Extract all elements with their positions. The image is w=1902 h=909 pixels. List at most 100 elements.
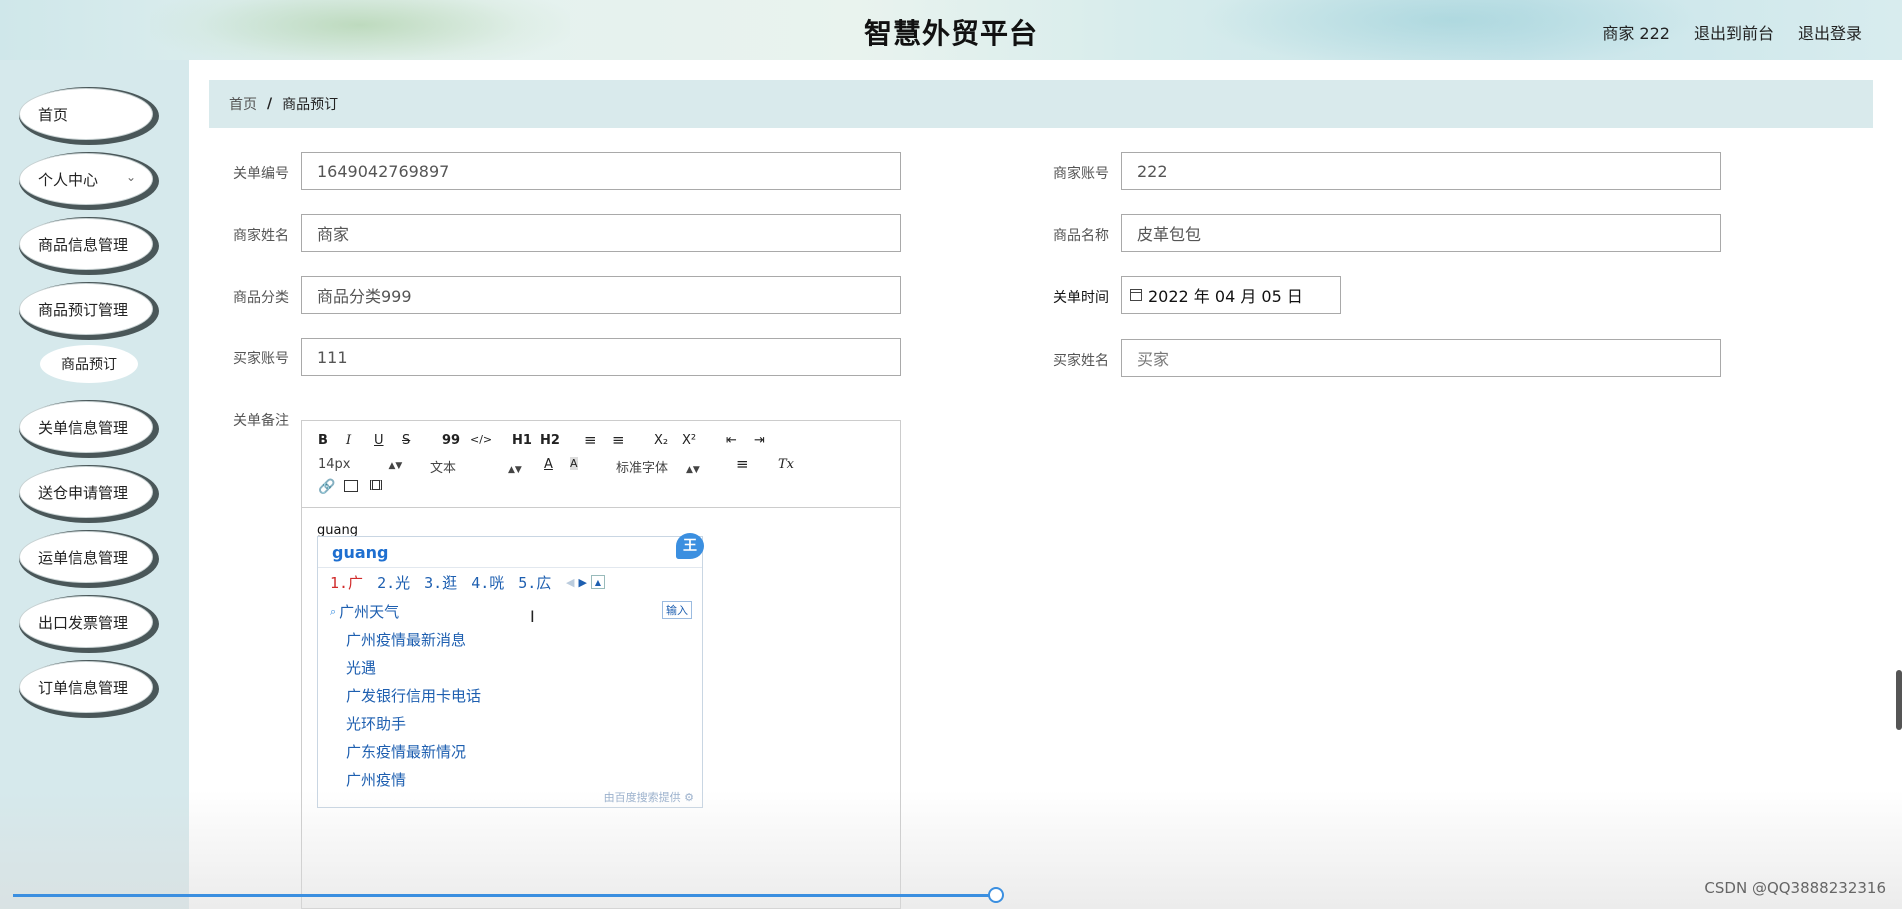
video-progress-bar[interactable] xyxy=(13,894,996,897)
select-arrow-icon: ▲▼ xyxy=(388,461,403,471)
sidebar-item-label: 送仓申请管理 xyxy=(38,483,129,502)
sidebar-item-label: 订单信息管理 xyxy=(38,678,129,697)
select-arrow-icon: ▲▼ xyxy=(508,465,522,475)
sidebar-subitem-booking[interactable]: 商品预订 xyxy=(40,345,138,383)
sidebar-item-personal-center[interactable]: 个人中心 ⌄ xyxy=(19,153,153,205)
ime-candidate[interactable]: 5.広 xyxy=(518,572,551,593)
ime-candidate[interactable]: 4.咣 xyxy=(471,572,504,593)
category-label: 商品分类 xyxy=(233,290,289,306)
order-time-value: 2022 年 04 月 05 日 xyxy=(1148,287,1303,306)
scrollbar[interactable] xyxy=(1896,670,1902,730)
ime-next-icon[interactable]: ▶ xyxy=(578,576,586,589)
order-no-label: 关单编号 xyxy=(233,166,289,182)
ime-candidate[interactable]: 3.逛 xyxy=(424,572,457,593)
ime-divider xyxy=(318,567,702,568)
underline-button[interactable]: U xyxy=(374,433,384,448)
ime-suggestion[interactable]: 广东疫情最新情况 xyxy=(346,741,466,762)
ime-suggestion[interactable]: 光遇 xyxy=(346,657,376,678)
buyer-name-label: 买家姓名 xyxy=(1053,353,1109,369)
ime-enter-button[interactable]: 输入 xyxy=(662,601,692,619)
breadcrumb-current: 商品预订 xyxy=(282,97,339,113)
block-type-value: 文本 xyxy=(430,461,457,476)
block-type-select[interactable]: 文本 ▲▼ xyxy=(430,457,522,476)
user-label: 商家 222 xyxy=(1602,24,1670,43)
ime-candidate-list: 1.广 2.光 3.逛 4.咣 5.広 xyxy=(330,572,551,593)
sidebar-item-orders[interactable]: 订单信息管理 xyxy=(19,661,153,713)
superscript-button[interactable]: X² xyxy=(682,433,696,448)
background-color-button[interactable]: A xyxy=(570,457,578,470)
ime-suggestion[interactable]: 广州疫情 xyxy=(346,769,406,790)
sidebar-item-label: 首页 xyxy=(38,105,69,124)
image-icon[interactable] xyxy=(344,480,358,492)
outdent-button[interactable]: ⇤ xyxy=(726,433,737,448)
sidebar-item-invoice[interactable]: 出口发票管理 xyxy=(19,596,153,648)
quote-button[interactable]: 99 xyxy=(442,433,460,448)
logout-link[interactable]: 退出登录 xyxy=(1798,20,1862,44)
merchant-name-input[interactable]: 商家 xyxy=(301,214,901,252)
ime-logo-icon: 王 xyxy=(676,533,704,559)
ime-expand-icon[interactable]: ▲ xyxy=(590,575,605,589)
merchant-account-input[interactable]: 222 xyxy=(1121,152,1721,190)
back-to-front-link[interactable]: 退出到前台 xyxy=(1694,20,1774,44)
sidebar: 首页 个人中心 ⌄ 商品信息管理 商品预订管理 商品预订 关单信息管理 送仓申请管… xyxy=(0,60,189,909)
product-name-input[interactable]: 皮革包包 xyxy=(1121,214,1721,252)
search-icon: ⌕ xyxy=(330,604,337,618)
gear-icon[interactable]: ⚙ xyxy=(684,791,694,804)
category-input[interactable]: 商品分类999 xyxy=(301,276,901,314)
clear-format-button[interactable]: Tx xyxy=(778,457,794,472)
ime-prev-icon[interactable]: ◀ xyxy=(566,576,574,589)
h1-button[interactable]: H1 xyxy=(512,433,532,448)
sidebar-item-customs[interactable]: 关单信息管理 xyxy=(19,401,153,453)
sidebar-item-product-info[interactable]: 商品信息管理 xyxy=(19,218,153,270)
ime-suggestion[interactable]: 广州疫情最新消息 xyxy=(346,629,466,650)
order-time-label: 关单时间 xyxy=(1053,290,1109,306)
ordered-list-button[interactable]: ≡ xyxy=(584,431,597,449)
indent-button[interactable]: ⇥ xyxy=(754,433,765,448)
sidebar-item-label: 商品信息管理 xyxy=(38,235,129,254)
font-size-select[interactable]: 14px ▲▼ xyxy=(318,457,402,472)
sidebar-item-label: 出口发票管理 xyxy=(38,613,129,632)
remark-label: 关单备注 xyxy=(233,413,289,429)
watermark: CSDN @QQ3888232316 xyxy=(1704,879,1886,897)
ime-suggestion[interactable]: 光环助手 xyxy=(346,713,406,734)
breadcrumb: 首页 / 商品预订 xyxy=(209,80,1873,128)
video-progress-knob[interactable] xyxy=(988,887,1004,903)
font-family-select[interactable]: 标准字体 ▲▼ xyxy=(616,457,700,476)
sidebar-item-home[interactable]: 首页 xyxy=(19,88,153,140)
calendar-icon xyxy=(1130,289,1142,301)
order-time-input[interactable]: 2022 年 04 月 05 日 xyxy=(1121,276,1341,314)
font-family-value: 标准字体 xyxy=(616,461,669,476)
ime-footer-text: 由百度搜索提供 xyxy=(603,791,681,804)
ime-popup: guang 王 1.广 2.光 3.逛 4.咣 5.広 ◀ ▶ ▲ ⌕ 广州天气… xyxy=(317,533,704,808)
sidebar-item-label: 商品预订管理 xyxy=(38,300,129,319)
breadcrumb-home[interactable]: 首页 xyxy=(229,94,257,114)
subscript-button[interactable]: X₂ xyxy=(654,433,668,448)
h2-button[interactable]: H2 xyxy=(540,433,560,448)
buyer-name-input[interactable]: 买家 xyxy=(1121,339,1721,377)
video-icon[interactable] xyxy=(370,480,382,490)
buyer-account-label: 买家账号 xyxy=(233,351,289,367)
ime-candidate[interactable]: 1.广 xyxy=(330,572,363,593)
strike-button[interactable]: S xyxy=(402,433,410,448)
font-color-button[interactable]: A xyxy=(544,457,553,472)
bold-button[interactable]: B xyxy=(318,433,328,448)
align-button[interactable]: ≡ xyxy=(736,455,749,473)
sidebar-item-label: 关单信息管理 xyxy=(38,418,129,437)
code-button[interactable]: </> xyxy=(470,433,492,446)
link-icon[interactable]: 🔗 xyxy=(318,479,335,495)
italic-button[interactable]: I xyxy=(346,433,351,448)
sidebar-item-product-booking[interactable]: 商品预订管理 xyxy=(19,283,153,335)
ime-candidate[interactable]: 2.光 xyxy=(377,572,410,593)
ime-footer: 由百度搜索提供 ⚙ xyxy=(604,789,694,805)
ime-suggestion[interactable]: 广发银行信用卡电话 xyxy=(346,685,481,706)
buyer-account-input[interactable]: 111 xyxy=(301,338,901,376)
order-no-input[interactable]: 1649042769897 xyxy=(301,152,901,190)
sidebar-item-label: 个人中心 xyxy=(38,170,99,189)
breadcrumb-separator: / xyxy=(267,96,273,112)
sidebar-item-waybill[interactable]: 运单信息管理 xyxy=(19,531,153,583)
sidebar-item-warehouse[interactable]: 送仓申请管理 xyxy=(19,466,153,518)
bullet-list-button[interactable]: ≡ xyxy=(612,431,625,449)
merchant-name-label: 商家姓名 xyxy=(233,228,289,244)
sidebar-item-label: 运单信息管理 xyxy=(38,548,129,567)
ime-search-row[interactable]: ⌕ 广州天气 xyxy=(330,601,399,622)
